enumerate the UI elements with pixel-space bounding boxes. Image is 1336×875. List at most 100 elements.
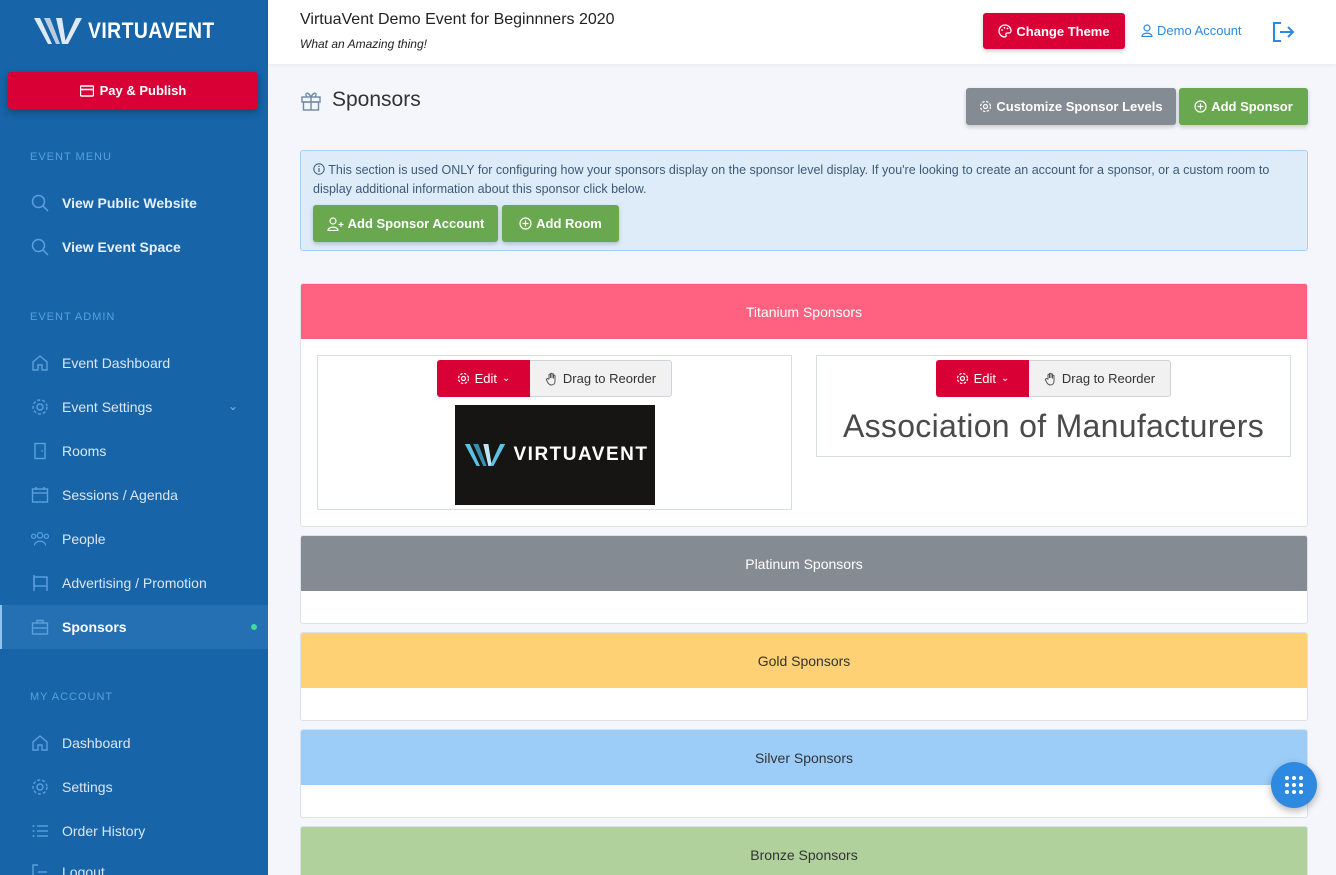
sidebar-item-label: Sessions / Agenda: [62, 487, 178, 503]
add-room-button[interactable]: Add Room: [502, 205, 619, 242]
sidebar-item-dashboard[interactable]: Dashboard: [0, 721, 268, 765]
sponsor-level-silver: Silver Sponsors: [300, 729, 1308, 818]
sidebar-item-view-public-website[interactable]: View Public Website: [0, 181, 268, 225]
sidebar-item-settings[interactable]: Settings: [0, 765, 268, 809]
sidebar-item-label: People: [62, 531, 106, 547]
gear-icon: [980, 100, 992, 113]
sidebar-item-view-event-space[interactable]: View Event Space: [0, 225, 268, 269]
credit-card-icon: [79, 84, 94, 97]
sidebar-item-label: Logout: [62, 864, 105, 875]
change-theme-label: Change Theme: [1016, 23, 1110, 39]
customize-sponsor-levels-label: Customize Sponsor Levels: [996, 99, 1163, 114]
plus-circle-icon: [519, 217, 532, 230]
user-plus-icon: [327, 216, 344, 231]
door-icon: [30, 441, 50, 461]
chevron-down-icon: ⌄: [502, 373, 511, 384]
add-room-label: Add Room: [536, 216, 602, 231]
logo-text: VIRTUAVENT: [88, 18, 215, 43]
brand-logo[interactable]: VIRTUAVENT: [32, 12, 232, 50]
apps-grid-button[interactable]: [1271, 762, 1317, 808]
sidebar-item-label: View Event Space: [62, 239, 181, 255]
add-sponsor-button[interactable]: Add Sponsor: [1179, 88, 1308, 125]
sidebar-item-logout[interactable]: Logout: [0, 850, 268, 875]
sidebar-item-label: Advertising / Promotion: [62, 575, 207, 591]
gear-icon: [956, 372, 968, 385]
sponsor-level-titanium: Titanium Sponsors Edit ⌄ Drag to Reorder…: [300, 283, 1308, 527]
event-admin-heading: EVENT ADMIN: [30, 311, 116, 323]
top-bar: VirtuaVent Demo Event for Beginnners 202…: [268, 0, 1336, 64]
sponsor-name: Association of Manufacturers: [842, 408, 1265, 444]
event-subtitle: What an Amazing thing!: [300, 37, 427, 51]
gear-icon: [30, 397, 50, 417]
change-theme-button[interactable]: Change Theme: [983, 13, 1125, 49]
sponsor-card: Edit ⌄ Drag to Reorder Association of Ma…: [816, 355, 1291, 457]
gear-icon: [30, 777, 50, 797]
page-header: Sponsors: [300, 88, 421, 112]
home-icon: [30, 733, 50, 753]
card-toolbar: Edit ⌄ Drag to Reorder: [936, 360, 1171, 397]
virtuavent-logo-icon: [34, 18, 82, 44]
sidebar-item-advertising-promotion[interactable]: Advertising / Promotion: [0, 561, 268, 605]
chevron-down-icon[interactable]: ⌄: [228, 399, 238, 413]
level-header: Platinum Sponsors: [301, 536, 1307, 591]
info-alert: This section is used ONLY for configurin…: [300, 150, 1308, 251]
sidebar-item-sponsors[interactable]: Sponsors: [0, 605, 268, 649]
hand-icon: [545, 372, 556, 386]
sidebar-item-label: Rooms: [62, 443, 107, 459]
info-icon: [313, 163, 325, 175]
grid-icon: [1285, 776, 1303, 794]
active-indicator-dot: [251, 624, 257, 630]
billboard-icon: [30, 573, 50, 593]
people-icon: [30, 529, 50, 549]
list-icon: [30, 821, 50, 841]
level-header: Titanium Sponsors: [301, 284, 1307, 339]
event-menu-heading: EVENT MENU: [30, 151, 112, 163]
logout-icon[interactable]: [1271, 21, 1295, 43]
search-icon: [30, 193, 50, 213]
sidebar-item-sessions-agenda[interactable]: Sessions / Agenda: [0, 473, 268, 517]
sidebar-item-rooms[interactable]: Rooms: [0, 429, 268, 473]
home-icon: [30, 353, 50, 373]
drag-label: Drag to Reorder: [1061, 371, 1156, 386]
sponsor-level-bronze: Bronze Sponsors: [300, 826, 1308, 875]
edit-dropdown-button[interactable]: Edit ⌄: [437, 360, 530, 397]
pay-publish-label: Pay & Publish: [99, 83, 187, 98]
card-toolbar: Edit ⌄ Drag to Reorder: [437, 360, 672, 397]
pay-publish-button[interactable]: Pay & Publish: [8, 72, 258, 109]
calendar-icon: [30, 485, 50, 505]
account-label: Demo Account: [1157, 23, 1242, 38]
my-account-heading: MY ACCOUNT: [30, 691, 114, 703]
sidebar-item-label: Event Settings: [62, 399, 153, 415]
sidebar-item-label: Event Dashboard: [62, 355, 171, 371]
gift-icon: [301, 92, 321, 111]
sidebar-item-people[interactable]: People: [0, 517, 268, 561]
edit-dropdown-button[interactable]: Edit ⌄: [936, 360, 1029, 397]
sidebar-item-event-dashboard[interactable]: Event Dashboard: [0, 341, 268, 385]
level-header: Gold Sponsors: [301, 633, 1307, 688]
sponsor-logo: VIRTUAVENT: [455, 405, 655, 505]
hand-icon: [1044, 372, 1055, 386]
add-sponsor-label: Add Sponsor: [1211, 99, 1293, 114]
page-title: Sponsors: [332, 88, 421, 111]
sidebar: VIRTUAVENT Pay & Publish EVENT MENU View…: [0, 0, 268, 875]
search-icon: [30, 237, 50, 257]
sidebar-item-label: Order History: [62, 823, 146, 839]
sidebar-item-label: Sponsors: [62, 619, 127, 635]
edit-label: Edit: [973, 371, 996, 386]
gear-icon: [457, 372, 469, 385]
sidebar-item-label: View Public Website: [62, 195, 197, 211]
add-sponsor-account-button[interactable]: Add Sponsor Account: [313, 205, 498, 242]
briefcase-icon: [30, 617, 50, 637]
customize-sponsor-levels-button[interactable]: Customize Sponsor Levels: [966, 88, 1176, 125]
sponsor-card: Edit ⌄ Drag to Reorder VIRTUAVENT: [317, 355, 792, 510]
add-sponsor-account-label: Add Sponsor Account: [347, 216, 485, 231]
sidebar-item-event-settings[interactable]: Event Settings ⌄: [0, 385, 268, 429]
info-text-wrapper: This section is used ONLY for configurin…: [313, 161, 1298, 199]
drag-to-reorder-button[interactable]: Drag to Reorder: [1029, 360, 1171, 397]
sidebar-item-order-history[interactable]: Order History: [0, 809, 268, 853]
drag-to-reorder-button[interactable]: Drag to Reorder: [530, 360, 672, 397]
plus-circle-icon: [1194, 100, 1207, 113]
palette-icon: [998, 24, 1013, 38]
account-link[interactable]: Demo Account: [1141, 23, 1242, 38]
drag-label: Drag to Reorder: [562, 371, 657, 386]
